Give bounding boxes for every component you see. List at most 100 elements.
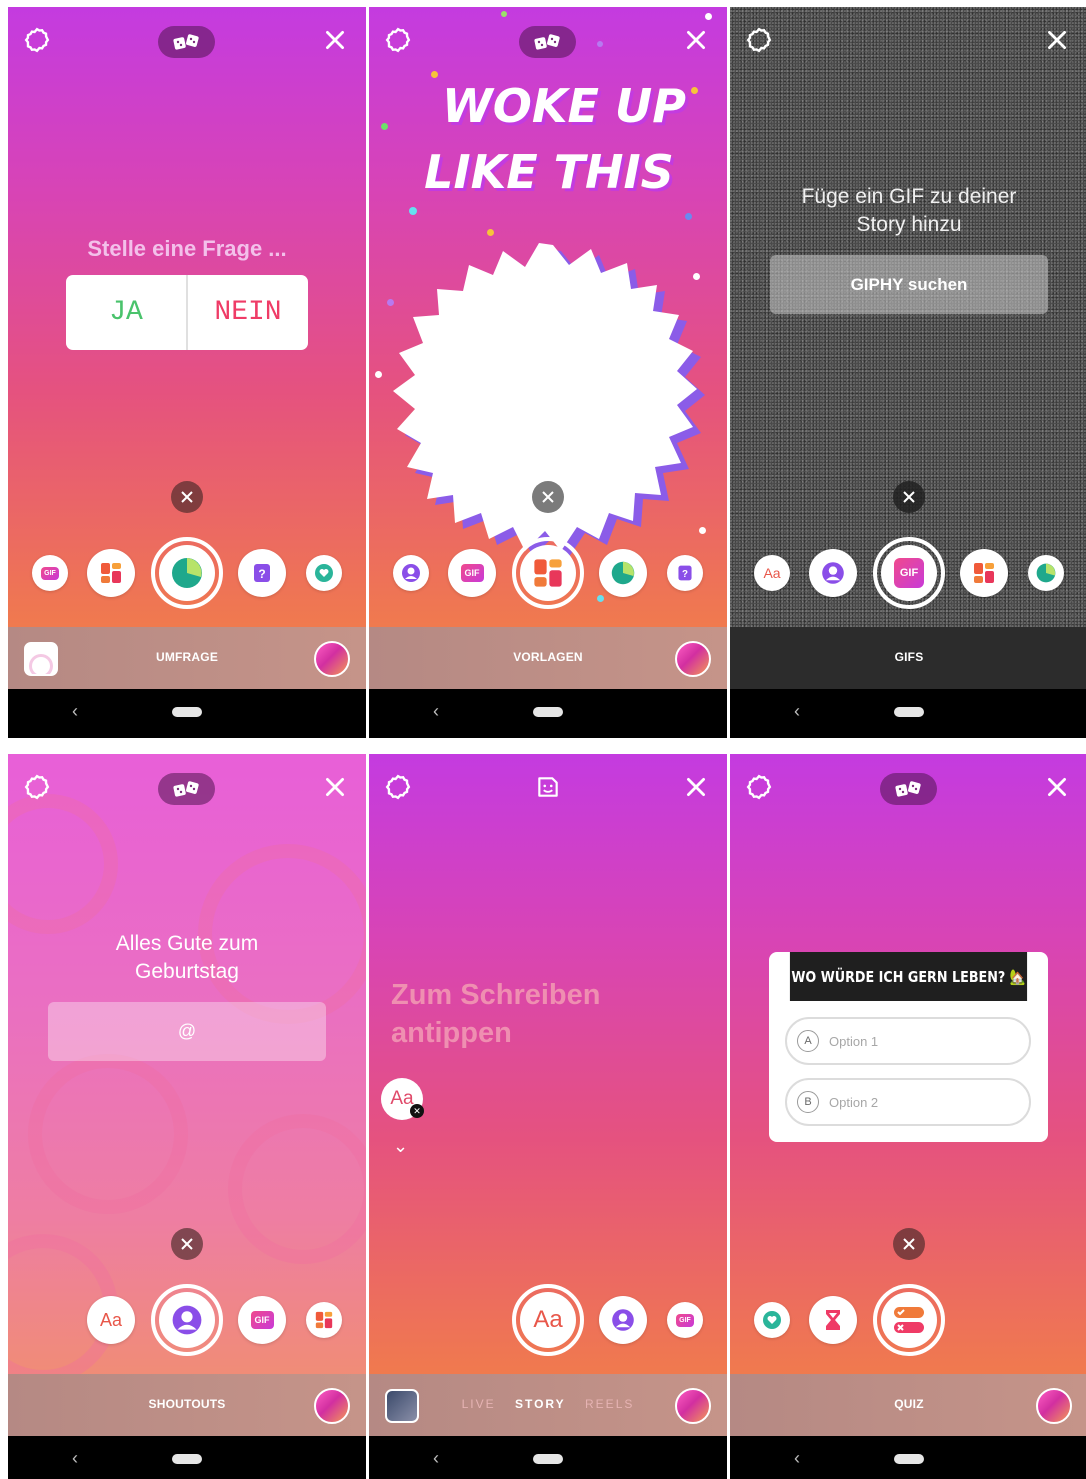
dismiss-sticker-button[interactable] [893,481,925,513]
poll-icon [611,561,635,585]
back-icon[interactable]: ‹ [433,1448,439,1469]
settings-icon[interactable] [24,27,50,53]
poll-sticker-button[interactable] [599,549,647,597]
support-sticker-button[interactable] [754,1302,790,1338]
templates-sticker-button[interactable] [960,549,1008,597]
gif-sticker-button[interactable]: GIF [873,537,945,609]
close-icon[interactable] [1044,774,1070,800]
shoutout-title-line2: Geburtstag [135,960,239,983]
tap-to-type-prompt[interactable]: Zum Schreiben antippen [391,976,601,1052]
mode-label: QUIZ [894,1397,924,1411]
dice-icon [172,781,199,797]
support-sticker-button[interactable] [306,555,342,591]
poll-sticker-button[interactable] [151,537,223,609]
mode-story[interactable]: STORY [515,1397,566,1411]
quiz-option-letter: B [797,1091,819,1113]
quiz-option-b[interactable]: B Option 2 [785,1078,1031,1126]
randomize-button[interactable] [158,26,215,58]
home-button[interactable] [172,707,202,717]
back-icon[interactable]: ‹ [72,701,78,722]
template-burst-sticker[interactable] [387,243,717,563]
settings-icon[interactable] [746,27,772,53]
quiz-question[interactable]: WO WÜRDE ICH GERN LEBEN? 🏡 [789,952,1028,1001]
settings-icon[interactable] [24,774,50,800]
dismiss-sticker-button[interactable] [171,1228,203,1260]
profile-avatar[interactable] [314,1388,350,1424]
settings-icon[interactable] [385,27,411,53]
close-icon[interactable] [322,27,348,53]
home-button[interactable] [533,707,563,717]
poll-option-yes[interactable]: JA [66,275,188,350]
back-icon[interactable]: ‹ [794,1448,800,1469]
gif-sticker-button[interactable]: GIF [32,555,68,591]
dismiss-sticker-button[interactable] [893,1228,925,1260]
template-heading-line1: WOKE UP [442,79,686,133]
quiz-sticker-button[interactable] [873,1284,945,1356]
system-nav-bar: ‹ [730,1436,1086,1479]
quiz-sticker[interactable]: WO WÜRDE ICH GERN LEBEN? 🏡 A Option 1 B … [769,952,1048,1142]
quiz-option-a[interactable]: A Option 1 [785,1017,1031,1065]
home-button[interactable] [533,1454,563,1464]
poll-sticker[interactable]: JA NEIN [66,275,308,350]
question-sticker-button[interactable]: ? [238,549,286,597]
profile-avatar[interactable] [1036,1388,1072,1424]
giphy-search-button[interactable]: GIPHY suchen [770,255,1048,314]
profile-avatar[interactable] [675,641,711,677]
templates-sticker-button[interactable] [512,537,584,609]
text-sticker-button[interactable]: Aa [87,1296,135,1344]
mode-reels[interactable]: REELS [585,1397,634,1411]
mode-live[interactable]: LIVE [462,1397,496,1411]
text-tool-button[interactable]: Aa [512,1284,584,1356]
back-icon[interactable]: ‹ [72,1448,78,1469]
gif-sticker-button[interactable]: GIF [448,549,496,597]
back-icon[interactable]: ‹ [433,701,439,722]
close-icon[interactable] [1044,27,1070,53]
randomize-button[interactable] [158,773,215,805]
dismiss-sticker-button[interactable] [171,481,203,513]
text-sticker-label: Aa [763,565,781,581]
settings-icon[interactable] [746,774,772,800]
randomize-button[interactable] [880,773,937,805]
poll-option-no[interactable]: NEIN [188,275,308,350]
text-sticker-button[interactable]: Aa [754,555,790,591]
shoutout-sticker-button[interactable] [393,555,429,591]
mode-bar: QUIZ [730,1374,1086,1436]
settings-icon[interactable] [385,774,411,800]
close-icon[interactable] [683,774,709,800]
gif-sticker-button[interactable]: GIF [238,1296,286,1344]
home-button[interactable] [172,1454,202,1464]
close-icon[interactable] [683,27,709,53]
profile-avatar[interactable] [675,1388,711,1424]
question-sticker-button[interactable]: ? [667,555,703,591]
system-nav-bar: ‹ [8,1436,366,1479]
randomize-button[interactable] [519,26,576,58]
chevron-down-icon[interactable]: ⌄ [393,1136,408,1157]
shoutout-sticker-button[interactable] [599,1296,647,1344]
home-button[interactable] [894,1454,924,1464]
templates-icon [974,563,994,583]
close-icon [181,1238,193,1250]
remove-icon[interactable]: ✕ [410,1104,424,1118]
back-icon[interactable]: ‹ [794,701,800,722]
profile-avatar[interactable] [314,641,350,677]
home-button[interactable] [894,707,924,717]
templates-sticker-button[interactable] [306,1302,342,1338]
story-canvas: WOKE UP LIKE THIS GIF ? [369,7,727,627]
close-icon[interactable] [322,774,348,800]
gif-sticker-button[interactable]: GIF [667,1302,703,1338]
confetti-dot [431,71,438,78]
poll-sticker-button[interactable] [1028,555,1064,591]
system-nav-bar: ‹ [369,1436,727,1479]
templates-sticker-button[interactable] [87,549,135,597]
quiz-option-letter: A [797,1030,819,1052]
sticker-icon[interactable] [535,774,561,800]
countdown-sticker-button[interactable] [809,1296,857,1344]
gif-prompt-line1: Füge ein GIF zu deiner [801,185,1017,208]
shoutout-sticker-button[interactable] [151,1284,223,1356]
shoutout-sticker-button[interactable] [809,549,857,597]
screen-quiz: WO WÜRDE ICH GERN LEBEN? 🏡 A Option 1 B … [730,754,1086,1479]
quiz-icon [894,1307,924,1333]
mention-input[interactable]: @ [48,1002,326,1061]
poll-question[interactable]: Stelle eine Frage ... [8,236,366,262]
dismiss-sticker-button[interactable] [532,481,564,513]
